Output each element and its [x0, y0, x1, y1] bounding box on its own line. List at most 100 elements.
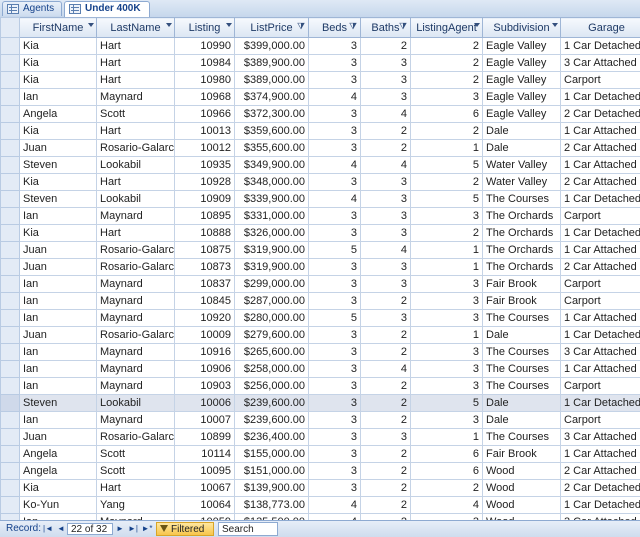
filtered-toggle-button[interactable]: Filtered — [156, 522, 214, 536]
new-record-button[interactable]: ►* — [140, 521, 154, 537]
record-selector[interactable] — [1, 89, 20, 106]
cell-listingagent[interactable]: 3 — [411, 293, 483, 310]
cell-garage[interactable]: 1 Car Detached — [561, 395, 640, 412]
cell-listprice[interactable]: $256,000.00 — [235, 378, 309, 395]
record-selector[interactable] — [1, 446, 20, 463]
cell-listingagent[interactable]: 6 — [411, 446, 483, 463]
record-position-field[interactable]: 22 of 32 — [67, 523, 113, 535]
table-row[interactable]: JuanRosario-Galarco10875$319,900.00541Th… — [1, 242, 640, 259]
record-selector[interactable] — [1, 378, 20, 395]
cell-garage[interactable]: Carport — [561, 378, 640, 395]
cell-lastname[interactable]: Hart — [97, 55, 175, 72]
cell-baths[interactable]: 2 — [361, 344, 411, 361]
cell-baths[interactable]: 3 — [361, 429, 411, 446]
cell-firstname[interactable]: Ian — [20, 208, 97, 225]
cell-subdivision[interactable]: Eagle Valley — [483, 89, 561, 106]
cell-garage[interactable]: 1 Car Detached — [561, 38, 640, 55]
table-row[interactable]: KiaHart10984$389,900.00332Eagle Valley3 … — [1, 55, 640, 72]
cell-beds[interactable]: 3 — [309, 123, 361, 140]
cell-firstname[interactable]: Steven — [20, 157, 97, 174]
cell-listing[interactable]: 10006 — [175, 395, 235, 412]
cell-firstname[interactable]: Ian — [20, 293, 97, 310]
cell-lastname[interactable]: Lookabil — [97, 191, 175, 208]
cell-listingagent[interactable]: 6 — [411, 463, 483, 480]
record-selector[interactable] — [1, 140, 20, 157]
filter-applied-icon[interactable]: ⧩ — [297, 21, 305, 32]
cell-listingagent[interactable]: 1 — [411, 429, 483, 446]
cell-beds[interactable]: 3 — [309, 378, 361, 395]
record-selector[interactable] — [1, 174, 20, 191]
cell-subdivision[interactable]: Wood — [483, 497, 561, 514]
cell-listprice[interactable]: $319,900.00 — [235, 242, 309, 259]
cell-beds[interactable]: 3 — [309, 140, 361, 157]
record-selector[interactable] — [1, 480, 20, 497]
cell-lastname[interactable]: Maynard — [97, 310, 175, 327]
cell-listingagent[interactable]: 3 — [411, 361, 483, 378]
cell-garage[interactable]: 1 Car Attached — [561, 310, 640, 327]
cell-beds[interactable]: 3 — [309, 446, 361, 463]
cell-lastname[interactable]: Rosario-Galarco — [97, 429, 175, 446]
cell-subdivision[interactable]: Eagle Valley — [483, 72, 561, 89]
cell-listprice[interactable]: $280,000.00 — [235, 310, 309, 327]
cell-baths[interactable]: 3 — [361, 72, 411, 89]
cell-baths[interactable]: 2 — [361, 38, 411, 55]
cell-listingagent[interactable]: 3 — [411, 344, 483, 361]
cell-baths[interactable]: 2 — [361, 378, 411, 395]
table-row[interactable]: AngelaScott10095$151,000.00326Wood2 Car … — [1, 463, 640, 480]
cell-subdivision[interactable]: Dale — [483, 327, 561, 344]
cell-listingagent[interactable]: 1 — [411, 242, 483, 259]
cell-baths[interactable]: 3 — [361, 55, 411, 72]
cell-beds[interactable]: 3 — [309, 259, 361, 276]
cell-lastname[interactable]: Hart — [97, 174, 175, 191]
cell-listing[interactable]: 10064 — [175, 497, 235, 514]
cell-listprice[interactable]: $374,900.00 — [235, 89, 309, 106]
record-selector[interactable] — [1, 191, 20, 208]
cell-subdivision[interactable]: The Courses — [483, 344, 561, 361]
cell-beds[interactable]: 5 — [309, 310, 361, 327]
table-row[interactable]: KiaHart10928$348,000.00332Water Valley2 … — [1, 174, 640, 191]
column-header-garage[interactable]: Garage — [561, 18, 640, 38]
cell-lastname[interactable]: Lookabil — [97, 395, 175, 412]
cell-listing[interactable]: 10920 — [175, 310, 235, 327]
cell-subdivision[interactable]: Water Valley — [483, 157, 561, 174]
cell-lastname[interactable]: Maynard — [97, 89, 175, 106]
table-row[interactable]: JuanRosario-Galarco10012$355,600.00321Da… — [1, 140, 640, 157]
cell-listing[interactable]: 10837 — [175, 276, 235, 293]
cell-lastname[interactable]: Rosario-Galarco — [97, 242, 175, 259]
cell-firstname[interactable]: Kia — [20, 174, 97, 191]
cell-listing[interactable]: 10909 — [175, 191, 235, 208]
cell-firstname[interactable]: Angela — [20, 106, 97, 123]
cell-listingagent[interactable]: 3 — [411, 208, 483, 225]
cell-lastname[interactable]: Hart — [97, 123, 175, 140]
cell-subdivision[interactable]: Dale — [483, 412, 561, 429]
cell-listprice[interactable]: $299,000.00 — [235, 276, 309, 293]
cell-listingagent[interactable]: 5 — [411, 395, 483, 412]
cell-beds[interactable]: 3 — [309, 225, 361, 242]
previous-record-button[interactable]: ◄ — [55, 521, 67, 537]
cell-lastname[interactable]: Lookabil — [97, 157, 175, 174]
chevron-down-icon[interactable] — [166, 23, 172, 27]
record-selector[interactable] — [1, 55, 20, 72]
cell-subdivision[interactable]: Eagle Valley — [483, 38, 561, 55]
cell-beds[interactable]: 3 — [309, 344, 361, 361]
record-selector[interactable] — [1, 497, 20, 514]
cell-firstname[interactable]: Ian — [20, 89, 97, 106]
cell-listingagent[interactable]: 1 — [411, 327, 483, 344]
cell-baths[interactable]: 4 — [361, 157, 411, 174]
column-header-listingagent[interactable]: ListingAgent — [411, 18, 483, 38]
cell-garage[interactable]: Carport — [561, 412, 640, 429]
cell-lastname[interactable]: Maynard — [97, 208, 175, 225]
cell-listingagent[interactable]: 3 — [411, 310, 483, 327]
cell-garage[interactable]: 2 Car Detached — [561, 106, 640, 123]
cell-subdivision[interactable]: The Orchards — [483, 242, 561, 259]
cell-beds[interactable]: 3 — [309, 106, 361, 123]
cell-subdivision[interactable]: Eagle Valley — [483, 106, 561, 123]
cell-garage[interactable]: 1 Car Detached — [561, 225, 640, 242]
table-row[interactable]: KiaHart10013$359,600.00322Dale1 Car Atta… — [1, 123, 640, 140]
cell-firstname[interactable]: Ian — [20, 378, 97, 395]
cell-firstname[interactable]: Juan — [20, 259, 97, 276]
table-row[interactable]: IanMaynard10906$258,000.00343The Courses… — [1, 361, 640, 378]
cell-firstname[interactable]: Angela — [20, 446, 97, 463]
cell-baths[interactable]: 3 — [361, 259, 411, 276]
record-selector[interactable] — [1, 429, 20, 446]
